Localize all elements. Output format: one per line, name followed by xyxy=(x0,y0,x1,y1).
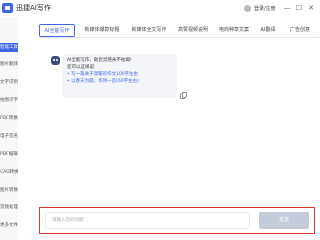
app-title: 迅捷AI写作 xyxy=(16,4,51,12)
sidebar-item[interactable]: 电子签名PDF xyxy=(0,132,18,141)
sidebar-item[interactable]: 更多文件 xyxy=(0,221,18,230)
close-button[interactable]: ✕ xyxy=(306,2,316,14)
login-link[interactable]: 登录/注册 xyxy=(244,3,276,13)
tab-video-desc[interactable]: 高赞视频说明 xyxy=(174,24,212,37)
maximize-button[interactable]: ☐ xyxy=(294,2,304,14)
sidebar: 智能工具 图片翻译 文字识别 拍图识字 PDF转换 电子签名PDF PDF编辑 … xyxy=(0,17,18,240)
login-label: 登录/注册 xyxy=(254,5,276,12)
tab-ad-creative[interactable]: 广告创意 xyxy=(285,24,315,37)
title-bar: 迅捷AI写作 登录/注册 — ☐ ✕ xyxy=(0,0,319,17)
sidebar-item[interactable]: 智能工具 xyxy=(0,43,18,52)
tab-divider xyxy=(39,37,319,38)
example-prompt[interactable]: • 写一篇关于温暖的作文100字左右 xyxy=(67,71,172,78)
sidebar-item[interactable]: 图片转换 xyxy=(0,186,18,195)
copy-icon[interactable] xyxy=(180,92,187,99)
composer-area: 发送 xyxy=(39,207,315,234)
minimize-button[interactable]: — xyxy=(282,2,292,14)
user-avatar-icon xyxy=(244,4,251,12)
sidebar-item[interactable]: 音频处理 xyxy=(0,203,18,212)
tab-ai-writing[interactable]: AI全能写作 xyxy=(39,24,75,37)
message-greeting: AI全能写作，助您灵感永不枯竭! xyxy=(67,58,132,63)
sidebar-item[interactable]: 图片翻译 xyxy=(0,60,18,69)
sidebar-item[interactable]: 文字识别 xyxy=(0,78,18,87)
example-prompt[interactable]: • 以春天为题，作诗一首(60字左右) xyxy=(67,78,172,85)
sidebar-item[interactable]: 拍图识字 xyxy=(0,96,18,105)
tab-fulltext[interactable]: 新媒体全文写作 xyxy=(127,24,171,37)
sidebar-item[interactable]: CAD转换 xyxy=(0,168,18,177)
tab-bar: AI全能写作 新媒体爆款标题 新媒体全文写作 高赞视频说明 电商种草文案 AI翻… xyxy=(39,23,319,38)
sidebar-item[interactable]: PDF转换 xyxy=(0,114,18,123)
send-button[interactable]: 发送 xyxy=(259,212,309,229)
message-hint: 您可以这样说: xyxy=(67,65,96,70)
robot-icon xyxy=(51,56,60,65)
sidebar-item[interactable]: PDF编辑 xyxy=(0,150,18,159)
question-input[interactable] xyxy=(45,212,250,229)
tab-translate[interactable]: AI翻译 xyxy=(256,24,280,37)
tab-headline[interactable]: 新媒体爆款标题 xyxy=(80,24,124,37)
logo-icon xyxy=(2,3,13,13)
assistant-message: AI全能写作，助您灵感永不枯竭! 您可以这样说: • 写一篇关于温暖的作文100… xyxy=(62,54,177,98)
tab-ecommerce[interactable]: 电商种草文案 xyxy=(215,24,253,37)
